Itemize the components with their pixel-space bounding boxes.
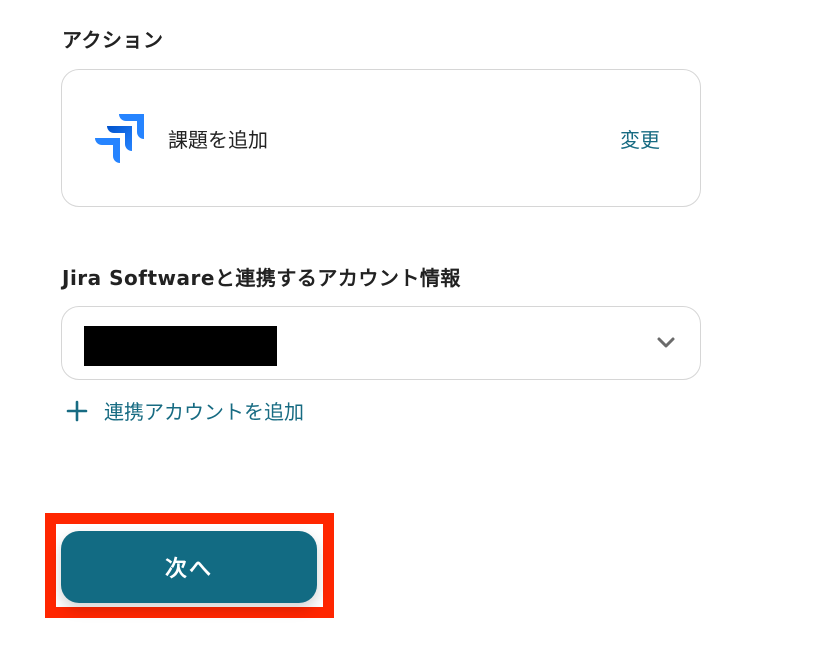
redacted-account-value [84, 326, 277, 366]
action-card: 課題を追加 変更 [61, 69, 701, 207]
account-section-label: Jira Softwareと連携するアカウント情報 [62, 266, 461, 290]
account-select[interactable] [61, 306, 701, 380]
next-button[interactable]: 次へ [61, 531, 317, 603]
plus-icon [66, 400, 88, 422]
chevron-down-icon [656, 335, 676, 351]
add-account-label: 連携アカウントを追加 [104, 400, 304, 424]
jira-logo-icon [92, 112, 146, 166]
change-action-link[interactable]: 変更 [620, 124, 660, 153]
action-name: 課題を追加 [168, 128, 268, 152]
add-account-link[interactable]: 連携アカウントを追加 [66, 396, 304, 425]
page: アクション 課題を追加 変更 Jira Softwareと連携するアカウント情報 [0, 0, 828, 650]
action-section-label: アクション [62, 28, 164, 52]
